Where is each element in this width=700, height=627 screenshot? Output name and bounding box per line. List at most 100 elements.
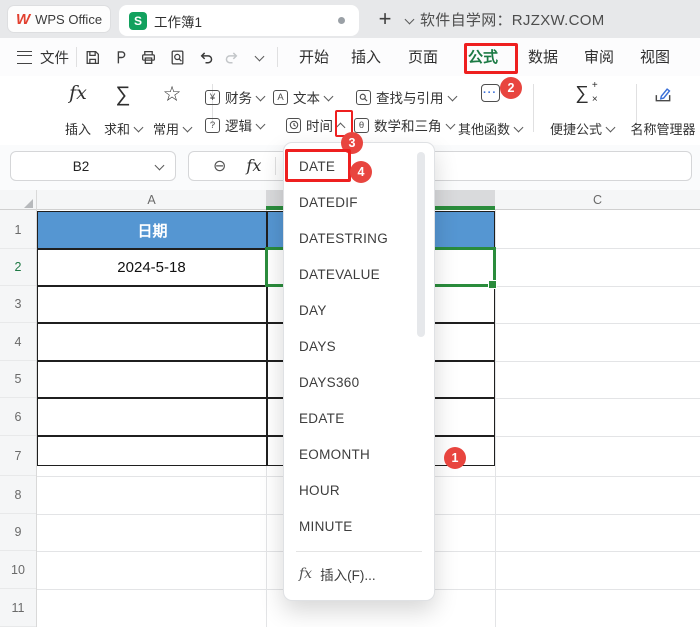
tab-list-chevron-icon[interactable] <box>404 14 415 25</box>
math-trig-label: 数学和三角 <box>374 119 442 134</box>
site-note: 软件自学网：RJZXW.COM <box>420 11 605 29</box>
chevron-down-icon <box>254 51 265 61</box>
finance-icon: ¥ <box>205 89 220 105</box>
tab-modified-dot-icon <box>338 17 345 24</box>
undo-button[interactable] <box>193 45 217 69</box>
print-preview-button[interactable] <box>165 45 189 69</box>
fill-handle[interactable] <box>488 280 497 289</box>
tab-page[interactable]: 页面 <box>401 38 445 75</box>
time-label: 时间 <box>306 119 333 134</box>
cell-name-box[interactable]: B2 <box>10 151 176 181</box>
row-header-11[interactable]: 11 <box>0 589 36 627</box>
quick-formula-icon: ∑ + × <box>575 80 598 105</box>
name-manager-icon <box>653 84 673 104</box>
logic-icon: ? <box>205 117 220 133</box>
quick-formula-button[interactable]: ∑ + × 便捷公式 <box>540 80 624 140</box>
menu-item-datedif[interactable]: DATEDIF <box>284 185 434 221</box>
row-header-9[interactable]: 9 <box>0 514 36 551</box>
row-header-5[interactable]: 5 <box>0 361 36 398</box>
print-button[interactable] <box>136 45 160 69</box>
select-all-triangle-icon <box>24 199 33 208</box>
star-icon: ☆ <box>162 83 182 106</box>
undo-icon <box>200 51 212 63</box>
menu-item-minute[interactable]: MINUTE <box>284 509 434 545</box>
more-functions-label: 其他函数 <box>457 122 510 137</box>
chevron-down-icon <box>154 160 165 170</box>
menu-item-datestring[interactable]: DATESTRING <box>284 221 434 257</box>
menu-item-insert-function[interactable]: fx 插入(F)... <box>284 552 434 596</box>
common-functions-button[interactable]: ☆ 常用 <box>148 82 196 140</box>
row-header-6[interactable]: 6 <box>0 398 36 436</box>
row-header-7[interactable]: 7 <box>0 436 36 476</box>
app-name: WPS Office <box>35 11 103 27</box>
finance-functions-button[interactable]: ¥ 财务 <box>205 86 266 108</box>
dropdown-scrollbar[interactable] <box>417 152 425 337</box>
clock-icon <box>286 117 301 133</box>
logic-functions-button[interactable]: ? 逻辑 <box>205 114 266 136</box>
fx-icon[interactable]: fx <box>246 158 261 174</box>
row-header-10[interactable]: 10 <box>0 551 36 589</box>
lookup-functions-button[interactable]: 查找与引用 <box>356 86 457 108</box>
name-manager-button[interactable]: 名称管理器 <box>626 82 700 140</box>
new-tab-button[interactable]: + <box>372 4 398 34</box>
text-label: 文本 <box>293 91 320 106</box>
document-tab[interactable]: S 工作簿1 <box>119 5 359 36</box>
menu-item-days360[interactable]: DAYS360 <box>284 365 434 401</box>
row-header-2[interactable]: 2 <box>0 249 36 286</box>
quick-formula-label: 便捷公式 <box>549 122 602 137</box>
chevron-down-icon <box>182 122 193 133</box>
print-preview-icon <box>171 49 183 65</box>
divider <box>275 157 277 175</box>
divider <box>277 47 278 67</box>
file-menu[interactable]: 文件 <box>40 38 69 76</box>
chevron-down-icon <box>255 91 266 101</box>
chevron-down-icon <box>323 91 334 101</box>
row-header-8[interactable]: 8 <box>0 476 36 514</box>
text-functions-button[interactable]: A 文本 <box>273 86 334 108</box>
cell-a2[interactable]: 2024-5-18 <box>37 249 266 285</box>
menubar: 文件 开始 插入 页面 公式 数据 审阅 视图 <box>0 38 700 109</box>
cell-a1[interactable]: 日期 <box>38 212 267 248</box>
menu-item-eomonth[interactable]: EOMONTH <box>284 437 434 473</box>
redo-button[interactable] <box>220 45 244 69</box>
autosum-button[interactable]: ∑ 求和 <box>100 82 146 140</box>
document-tab-label: 工作簿1 <box>154 14 203 30</box>
row-header-1[interactable]: 1 <box>0 211 36 249</box>
wps-office-button[interactable]: W WPS Office <box>8 6 110 32</box>
row-header-4[interactable]: 4 <box>0 323 36 361</box>
menu-item-day[interactable]: DAY <box>284 293 434 329</box>
name-manager-label: 名称管理器 <box>630 122 696 137</box>
annotation-box-date-item <box>285 149 351 182</box>
time-functions-dropdown: DATE DATEDIF DATESTRING DATEVALUE DAY DA… <box>283 142 435 601</box>
insert-function-label: 插入 <box>64 122 91 137</box>
menu-item-hour[interactable]: HOUR <box>284 473 434 509</box>
math-trig-functions-button[interactable]: θ 数学和三角 <box>354 114 455 136</box>
tab-insert[interactable]: 插入 <box>344 38 388 75</box>
annotation-badge-2: 2 <box>500 77 522 99</box>
fx-icon: fx <box>69 82 87 104</box>
tab-view[interactable]: 视图 <box>633 38 677 75</box>
select-all-corner[interactable] <box>0 190 37 210</box>
menu-item-days[interactable]: DAYS <box>284 329 434 365</box>
common-functions-label: 常用 <box>152 122 179 137</box>
zoom-out-magnifier-icon[interactable]: ⊖ <box>213 156 226 176</box>
qat-more-button[interactable] <box>245 45 269 69</box>
row-header-3[interactable]: 3 <box>0 286 36 323</box>
lookup-label: 查找与引用 <box>376 91 444 106</box>
tab-review[interactable]: 审阅 <box>577 38 621 75</box>
menu-hamburger-icon[interactable] <box>17 51 32 64</box>
save-button[interactable] <box>80 45 104 69</box>
logic-label: 逻辑 <box>225 119 252 134</box>
insert-function-button[interactable]: fx 插入 <box>54 82 102 140</box>
tab-home[interactable]: 开始 <box>292 38 336 75</box>
tab-data[interactable]: 数据 <box>521 38 565 75</box>
chevron-down-icon <box>133 122 144 133</box>
export-pdf-button[interactable] <box>108 45 132 69</box>
formula-input-bar[interactable]: ⊖ fx <box>188 151 692 181</box>
column-header-c[interactable]: C <box>495 190 700 210</box>
autosum-label: 求和 <box>103 122 130 137</box>
column-header-a[interactable]: A <box>37 190 266 210</box>
divider <box>76 47 77 67</box>
menu-item-datevalue[interactable]: DATEVALUE <box>284 257 434 293</box>
menu-item-edate[interactable]: EDATE <box>284 401 434 437</box>
